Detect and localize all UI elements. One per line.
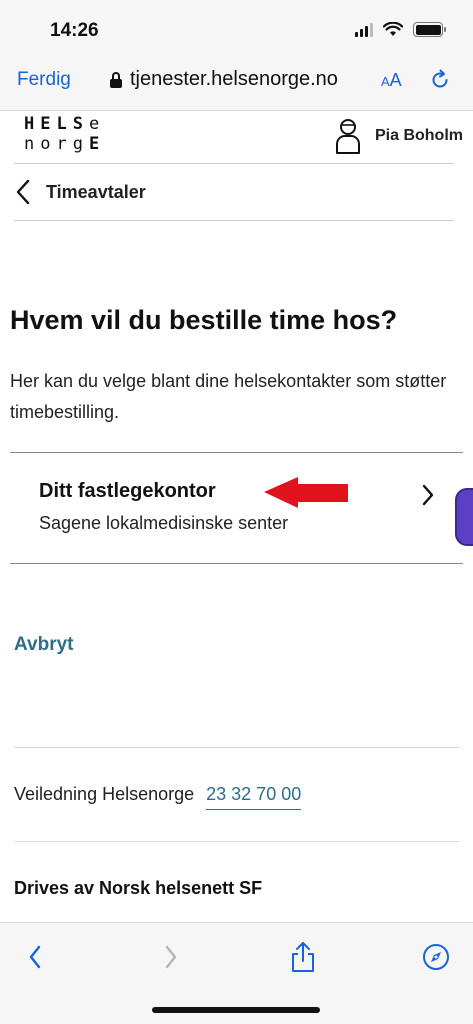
annotation-arrow-icon: [264, 477, 348, 508]
logo-line-1: HELSe: [24, 114, 106, 134]
done-button[interactable]: Ferdig: [17, 69, 71, 91]
share-icon: [292, 942, 314, 972]
help-phone-link[interactable]: 23 32 70 00: [206, 784, 302, 810]
chevron-left-icon: [16, 179, 30, 205]
text-size-button[interactable]: AA: [381, 70, 402, 91]
browser-back-button[interactable]: [20, 941, 50, 973]
browser-top-bar: 14:26 Ferdig tjenester.helsenorge.no AA: [0, 0, 473, 111]
back-link[interactable]: Timeavtaler: [14, 163, 454, 221]
logo-line-2: norgE: [24, 134, 106, 154]
side-tab-button[interactable]: [455, 488, 473, 546]
contact-item-fastlegekontor[interactable]: Ditt fastlegekontor Sagene lokalmedisins…: [10, 452, 463, 564]
page-title: Hvem vil du bestille time hos?: [10, 305, 398, 335]
help-label: Veiledning Helsenorge: [14, 784, 195, 804]
home-indicator: [152, 1007, 320, 1013]
chevron-right-icon: [165, 945, 177, 969]
lock-icon: [110, 71, 122, 88]
user-name: Pia Boholm: [374, 127, 463, 144]
back-label: Timeavtaler: [46, 181, 146, 202]
user-icon: [335, 119, 360, 154]
operator-text: Drives av Norsk helsenett SF: [14, 878, 263, 898]
share-button[interactable]: [288, 941, 318, 973]
compass-button[interactable]: [421, 941, 451, 973]
intro-text: Her kan du velge blant dine helsekontakt…: [10, 371, 447, 422]
battery-icon: [413, 22, 446, 37]
footer-divider: [14, 841, 459, 842]
user-menu[interactable]: Pia Boholm: [335, 118, 463, 154]
url-field[interactable]: tjenester.helsenorge.no: [110, 68, 338, 91]
status-time: 14:26: [50, 20, 99, 41]
reload-icon[interactable]: [428, 68, 452, 92]
address-bar: Ferdig tjenester.helsenorge.no AA: [0, 62, 473, 102]
chevron-right-icon: [422, 484, 434, 506]
cellular-signal-icon: [355, 22, 373, 37]
compass-icon: [423, 944, 449, 970]
contact-title: Ditt fastlegekontor: [39, 480, 216, 502]
helsenorge-logo[interactable]: HELSe norgE: [24, 114, 105, 154]
status-icons: [355, 22, 446, 37]
cancel-link[interactable]: Avbryt: [14, 634, 73, 656]
chevron-left-icon: [29, 945, 41, 969]
wifi-icon: [383, 22, 403, 36]
browser-forward-button[interactable]: [156, 941, 186, 973]
help-line: Veiledning Helsenorge 23 32 70 00: [14, 784, 302, 810]
footer-divider: [14, 747, 459, 748]
url-text: tjenester.helsenorge.no: [130, 68, 338, 90]
contact-subtitle: Sagene lokalmedisinske senter: [39, 513, 289, 533]
